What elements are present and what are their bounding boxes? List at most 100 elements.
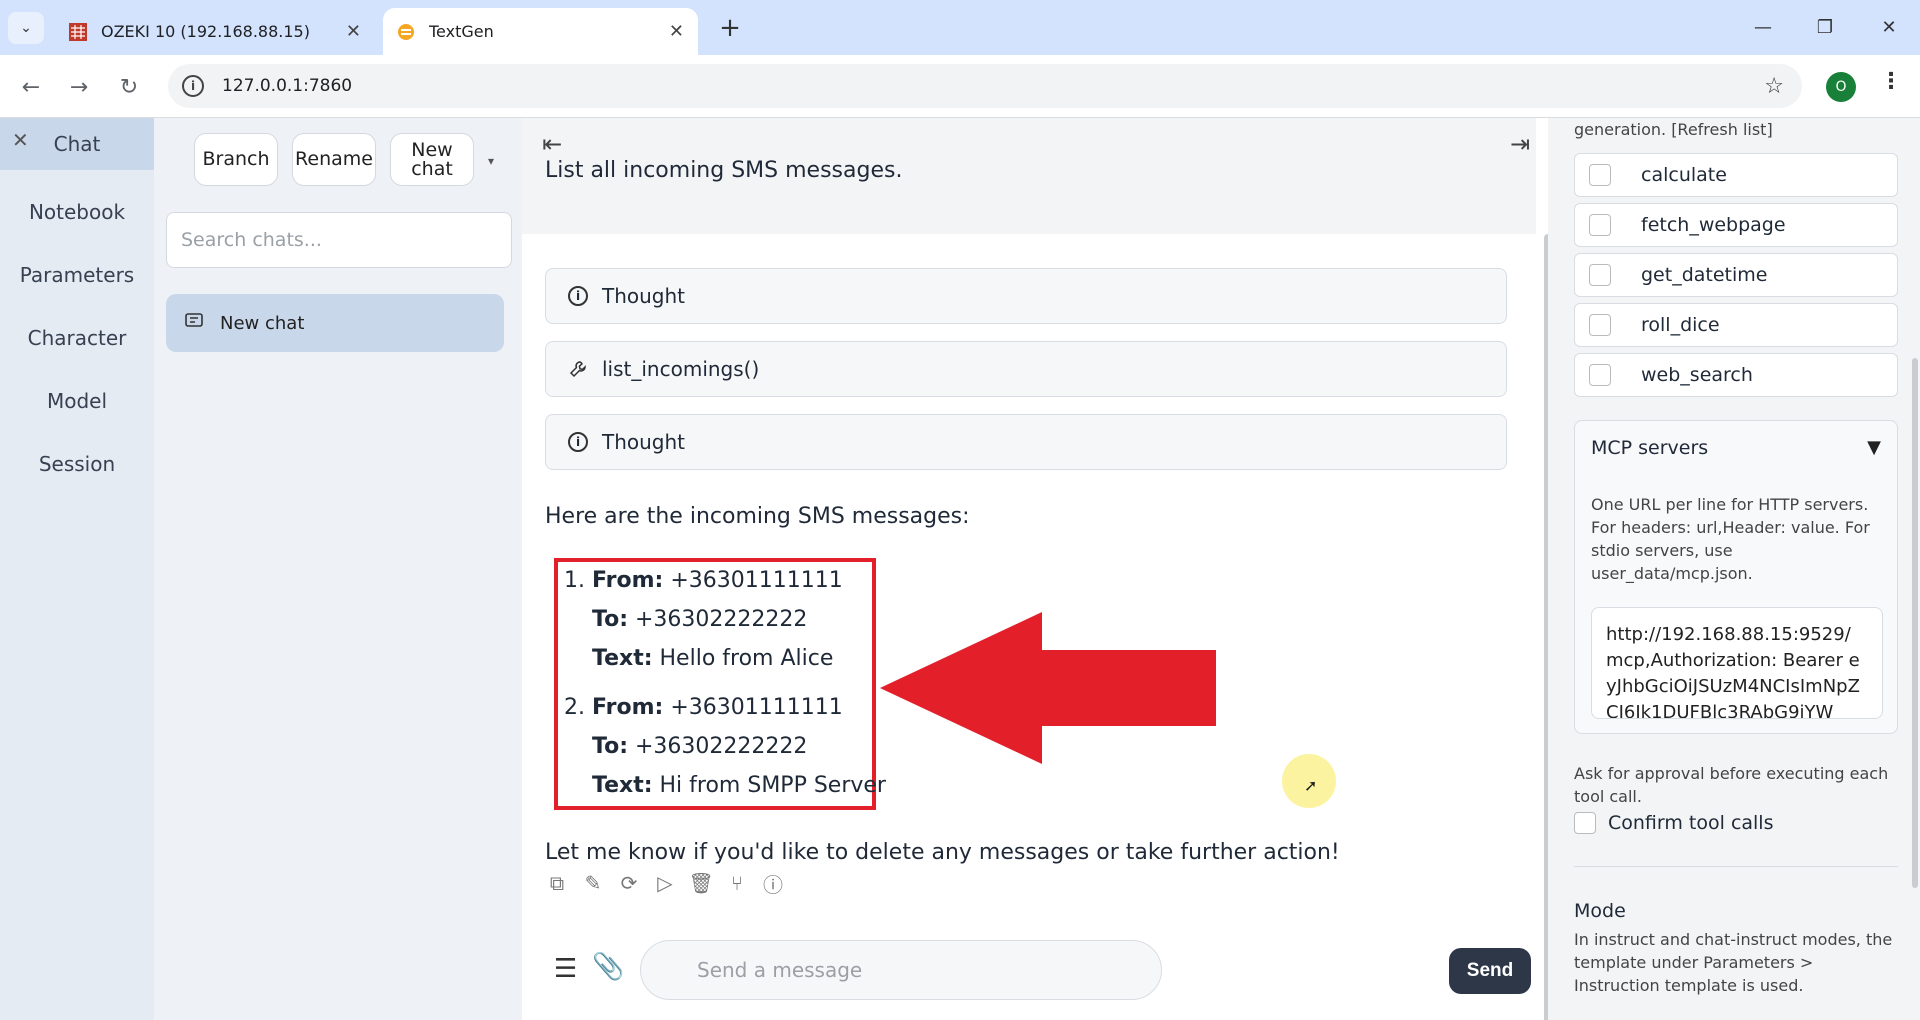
nav-item-label: Session: [38, 452, 116, 476]
assistant-intro: Here are the incoming SMS messages:: [545, 504, 970, 529]
tool-label: get_datetime: [1641, 264, 1768, 286]
tool-option[interactable]: web_search: [1574, 353, 1898, 397]
branch-icon[interactable]: ⑂: [725, 870, 749, 896]
attach-icon[interactable]: 📎: [592, 952, 624, 982]
site-info-icon[interactable]: i: [182, 75, 204, 97]
left-nav: Chat ✕ Notebook Parameters Character Mod…: [0, 118, 154, 1020]
delete-icon[interactable]: 🗑: [688, 870, 713, 896]
nav-item-label: Notebook: [28, 200, 126, 224]
regenerate-icon[interactable]: ⟳: [617, 870, 641, 896]
chat-list-panel: Branch Rename New chat ▾ New chat: [154, 118, 522, 1020]
thought-accordion[interactable]: i Thought: [545, 268, 1507, 324]
info-icon: i: [568, 432, 588, 452]
from-label: From:: [592, 568, 664, 593]
browser-tab-bar: ⌄ OZEKI 10 (192.168.88.15) ✕ TextGen ✕ +…: [0, 0, 1920, 55]
accordion-label: list_incomings(): [602, 357, 760, 381]
collapse-triangle-icon[interactable]: ▼: [1867, 437, 1881, 458]
nav-item-notebook[interactable]: Notebook: [0, 186, 154, 238]
thought-accordion[interactable]: i Thought: [545, 414, 1507, 470]
sms-from: +36301111111: [670, 568, 843, 593]
from-label: From:: [592, 695, 664, 720]
chevron-down-icon[interactable]: ▾: [488, 154, 494, 168]
user-message: List all incoming SMS messages.: [545, 158, 903, 183]
collapse-left-icon[interactable]: ⇤: [542, 130, 562, 158]
tool-checkbox[interactable]: [1589, 264, 1611, 286]
nav-item-model[interactable]: Model: [0, 375, 154, 427]
address-bar: ← → ↻ i 127.0.0.1:7860 ☆ O ⋮: [0, 55, 1920, 118]
tool-call-accordion[interactable]: list_incomings(): [545, 341, 1507, 397]
chat-list-item-label: New chat: [220, 312, 305, 334]
to-label: To:: [592, 734, 628, 759]
tab-search-button[interactable]: ⌄: [8, 12, 44, 44]
tab-title: OZEKI 10 (192.168.88.15): [101, 22, 310, 41]
collapse-right-icon[interactable]: ⇥: [1510, 130, 1530, 158]
tab-textgen[interactable]: TextGen ✕: [383, 8, 698, 55]
message-actions: ⧉ ✎ ⟳ ▷ 🗑 ⑂ ⓘ: [545, 870, 785, 897]
tab-close-icon[interactable]: ✕: [669, 21, 684, 42]
tool-checkbox[interactable]: [1589, 164, 1611, 186]
tool-checkbox[interactable]: [1589, 314, 1611, 336]
nav-item-session[interactable]: Session: [0, 438, 154, 490]
back-button[interactable]: ←: [14, 70, 48, 104]
tool-checkbox[interactable]: [1589, 364, 1611, 386]
confirm-tool-calls[interactable]: Confirm tool calls: [1574, 812, 1774, 834]
forward-button[interactable]: →: [62, 70, 96, 104]
sms-number: 1.: [564, 568, 585, 593]
chat-list-item[interactable]: New chat: [166, 294, 504, 352]
tool-option[interactable]: calculate: [1574, 153, 1898, 197]
minimize-button[interactable]: —: [1738, 8, 1788, 46]
menu-icon[interactable]: ☰: [554, 954, 577, 984]
to-label: To:: [592, 607, 628, 632]
message-input[interactable]: [640, 940, 1162, 1000]
sms-text: Hello from Alice: [659, 646, 834, 671]
copy-icon[interactable]: ⧉: [545, 870, 569, 896]
new-tab-button[interactable]: +: [714, 12, 746, 44]
nav-item-label: Chat: [53, 132, 101, 156]
accordion-label: Thought: [602, 284, 686, 308]
send-button[interactable]: Send: [1449, 948, 1531, 994]
omnibox[interactable]: i 127.0.0.1:7860 ☆: [168, 64, 1802, 108]
tab-title: TextGen: [429, 22, 494, 41]
nav-item-character[interactable]: Character: [0, 312, 154, 364]
mode-title: Mode: [1574, 900, 1626, 922]
branch-button[interactable]: Branch: [194, 133, 278, 186]
search-chats-input[interactable]: [166, 212, 512, 268]
nav-item-label: Parameters: [19, 263, 135, 287]
bookmark-star-icon[interactable]: ☆: [1764, 74, 1784, 99]
tool-option[interactable]: roll_dice: [1574, 303, 1898, 347]
sms-list-highlight: 1. From: +36301111111 To: +36302222222 T…: [554, 558, 886, 810]
text-label: Text:: [592, 773, 653, 798]
confirm-label: Confirm tool calls: [1608, 812, 1774, 834]
edit-icon[interactable]: ✎: [581, 870, 605, 896]
rename-button[interactable]: Rename: [292, 133, 376, 186]
mcp-urls-textarea[interactable]: http://192.168.88.15:9529/mcp,Authorizat…: [1591, 607, 1883, 719]
window-close-button[interactable]: ✕: [1864, 8, 1914, 46]
tool-label: web_search: [1641, 364, 1753, 386]
info-icon[interactable]: ⓘ: [761, 870, 785, 897]
confirm-checkbox[interactable]: [1574, 812, 1596, 834]
new-chat-button[interactable]: New chat: [390, 133, 474, 186]
tool-checkbox[interactable]: [1589, 214, 1611, 236]
tool-option[interactable]: fetch_webpage: [1574, 203, 1898, 247]
sidebar-scrollbar[interactable]: [1912, 358, 1918, 888]
tab-ozeki[interactable]: OZEKI 10 (192.168.88.15) ✕: [55, 8, 375, 55]
nav-item-parameters[interactable]: Parameters: [0, 249, 154, 301]
textgen-app: Chat ✕ Notebook Parameters Character Mod…: [0, 118, 1920, 1020]
mcp-title[interactable]: MCP servers: [1591, 437, 1708, 459]
tool-option[interactable]: get_datetime: [1574, 253, 1898, 297]
tab-close-icon[interactable]: ✕: [346, 21, 361, 42]
refresh-list-note[interactable]: generation. [Refresh list]: [1574, 120, 1773, 139]
assistant-outro: Let me know if you'd like to delete any …: [545, 840, 1340, 865]
sms-to: +36302222222: [635, 734, 808, 759]
continue-icon[interactable]: ▷: [653, 870, 677, 896]
text-label: Text:: [592, 646, 653, 671]
profile-avatar[interactable]: O: [1826, 72, 1856, 102]
reload-button[interactable]: ↻: [112, 70, 146, 104]
mode-description: In instruct and chat-instruct modes, the…: [1574, 930, 1893, 995]
tool-label: calculate: [1641, 164, 1727, 186]
close-nav-icon[interactable]: ✕: [12, 128, 29, 152]
browser-menu-icon[interactable]: ⋮: [1880, 69, 1902, 94]
restore-button[interactable]: ❐: [1800, 8, 1850, 46]
nav-item-label: Model: [46, 389, 108, 413]
tool-label: roll_dice: [1641, 314, 1720, 336]
